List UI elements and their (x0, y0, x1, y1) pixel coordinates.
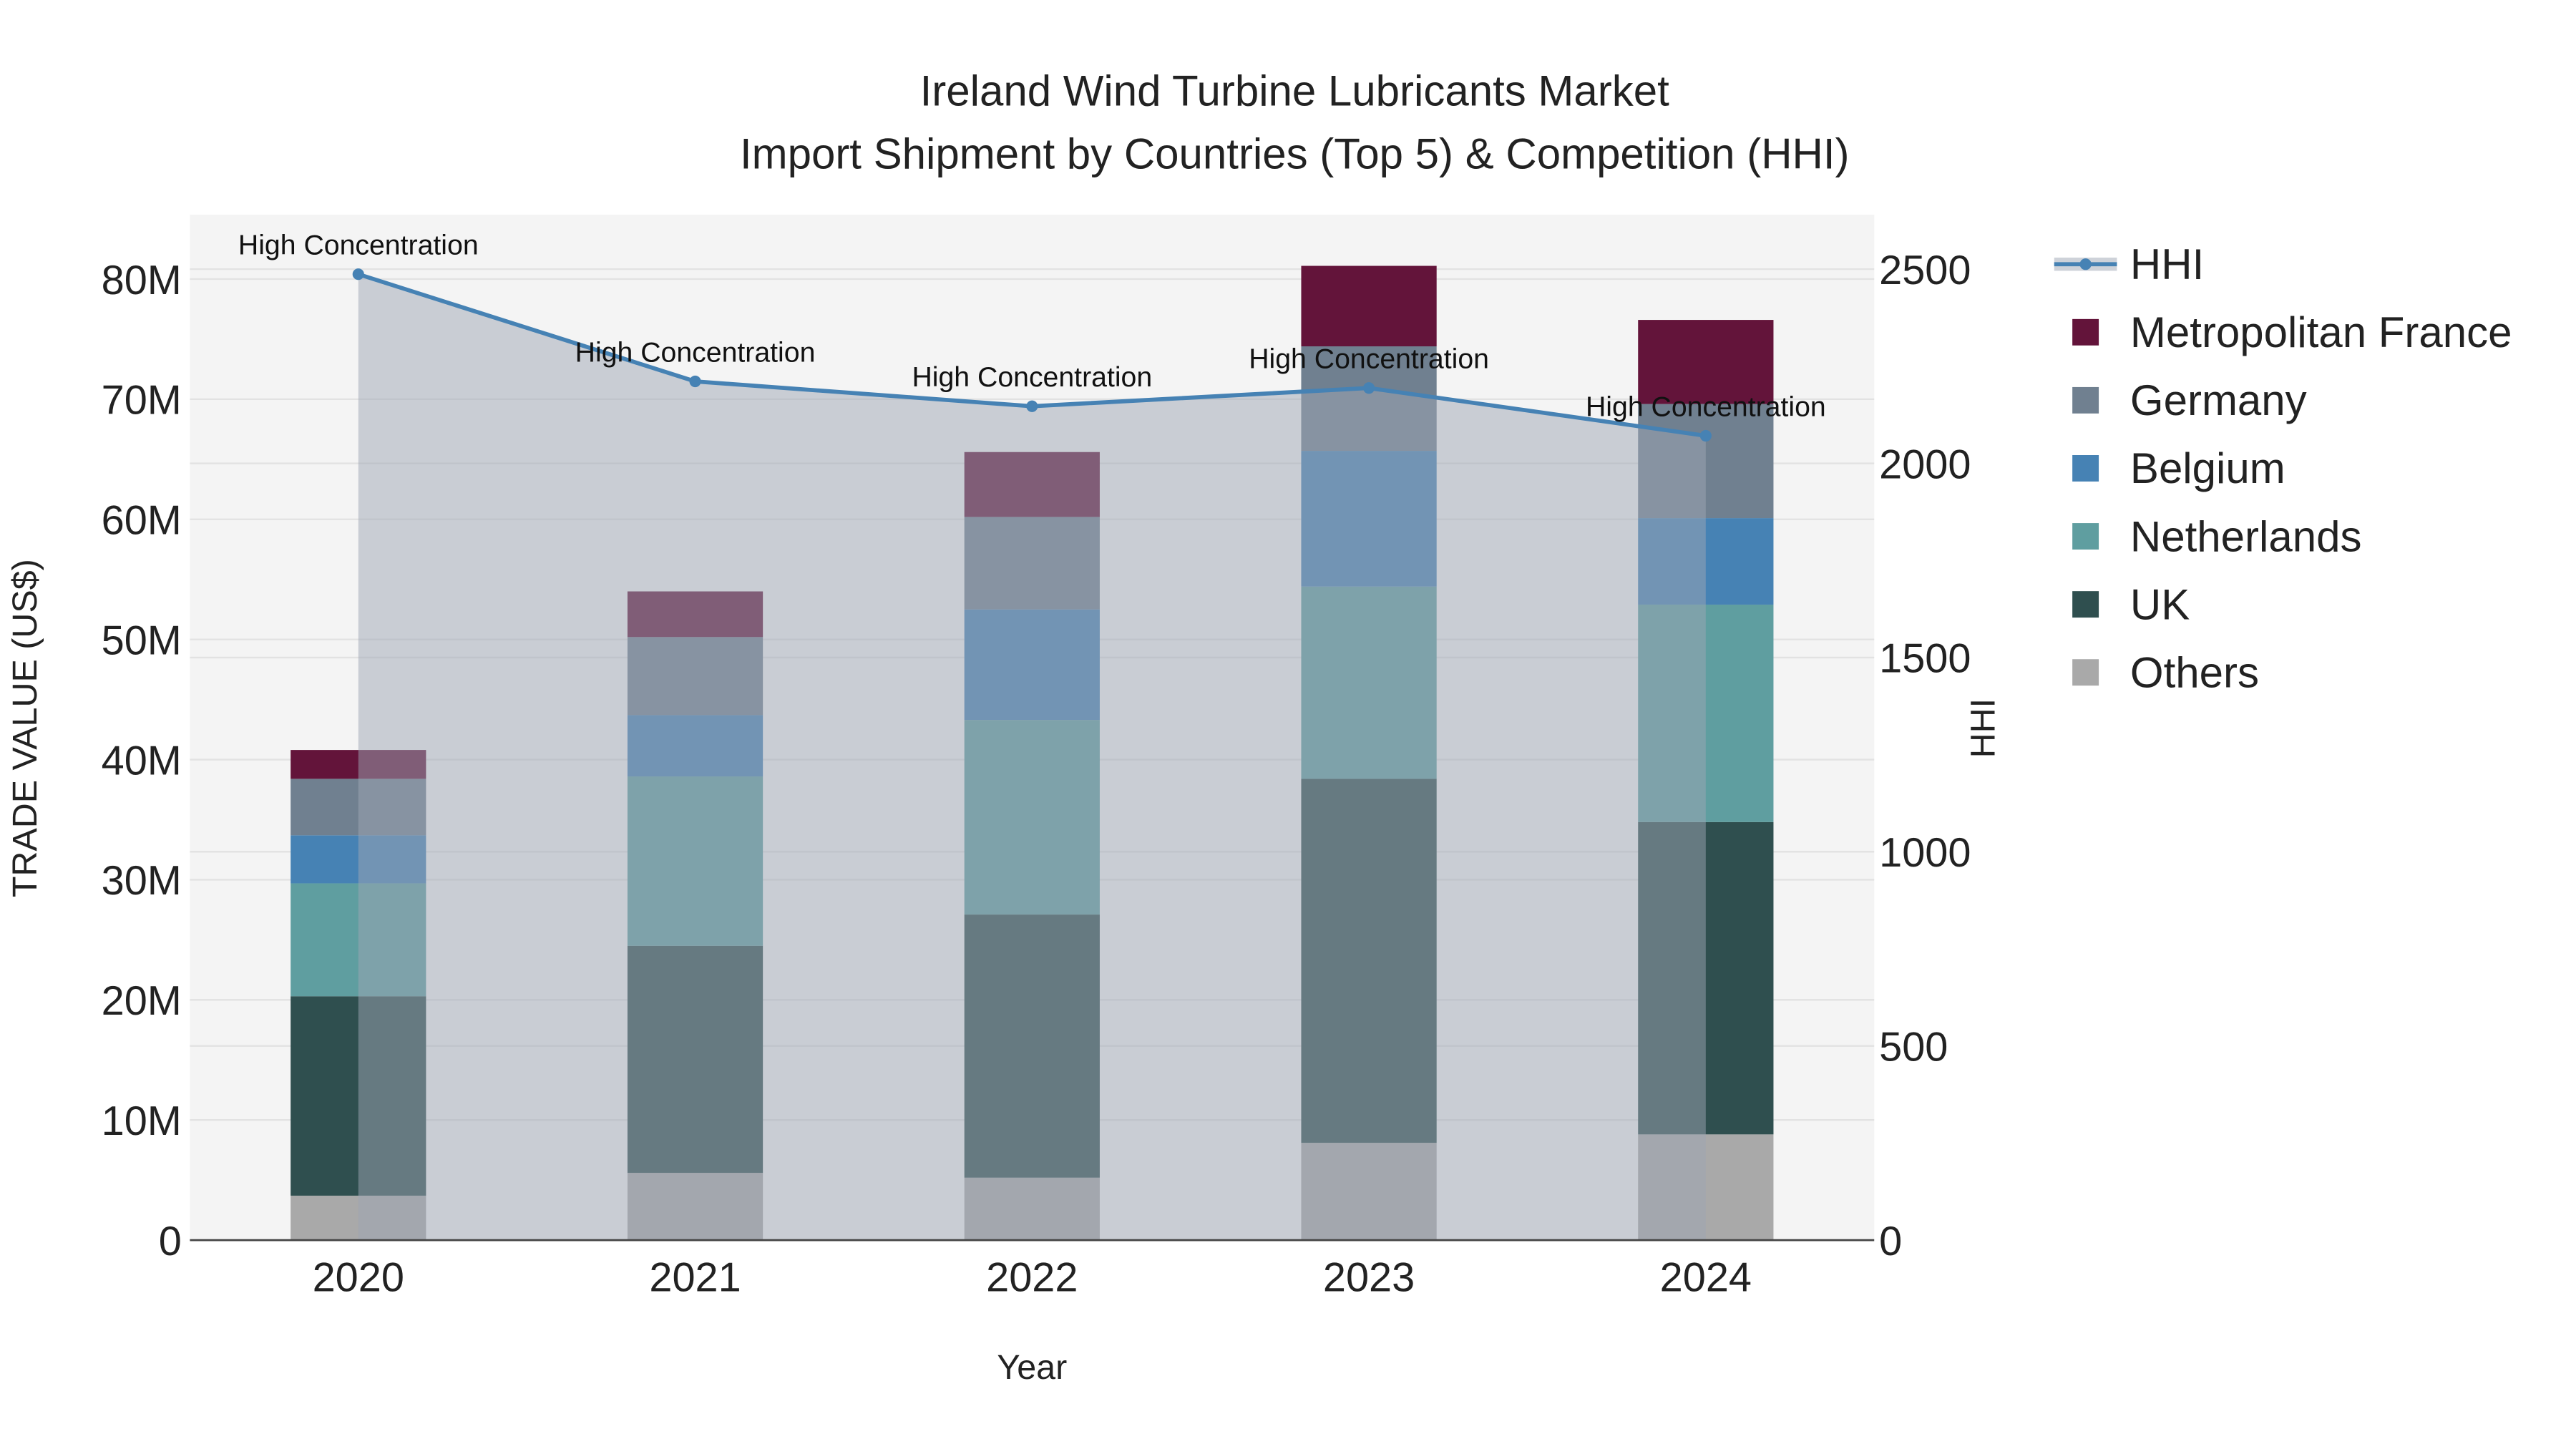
hhi-area (358, 274, 1706, 1241)
bar-metropolitan-france-2023[interactable] (1301, 265, 1437, 347)
x-tick-label: 2020 (313, 1255, 404, 1301)
y-tick-label: 70M (102, 378, 182, 424)
legend-label: Belgium (2130, 444, 2285, 492)
x-tick-label: 2021 (649, 1255, 741, 1301)
annotation-label: High Concentration (575, 336, 816, 368)
legend-item-others[interactable]: Others (2072, 648, 2259, 696)
legend: HHI Metropolitan France Germany Belgium Neth… (2054, 240, 2512, 696)
chart-title: Ireland Wind Turbine Lubricants Market (920, 67, 1669, 115)
legend-label: UK (2130, 580, 2190, 628)
y-tick-label: 20M (102, 978, 182, 1024)
legend-label: Others (2130, 648, 2259, 696)
y-axis-label: TRADE VALUE (US$) (6, 559, 44, 897)
y-tick-label: 50M (102, 618, 182, 663)
legend-label: Germany (2130, 376, 2307, 424)
y-tick-label: 40M (102, 738, 182, 784)
hhi-point-2023[interactable] (1363, 382, 1375, 394)
y2-tick-label: 1000 (1879, 830, 1971, 876)
y2-tick-label: 1500 (1879, 636, 1971, 682)
hhi-point-2020[interactable] (352, 268, 364, 280)
annotation-label: High Concentration (1249, 343, 1489, 375)
legend-marker (2079, 258, 2092, 270)
legend-swatch (2072, 523, 2099, 550)
legend-label: Netherlands (2130, 512, 2362, 560)
chart-subtitle: Import Shipment by Countries (Top 5) & C… (740, 130, 1850, 177)
y2-axis-label: HHI (1964, 698, 2003, 758)
legend-swatch (2072, 455, 2099, 482)
legend-item-hhi[interactable]: HHI (2054, 240, 2204, 288)
chart: High Concentration High Concentration High… (6, 67, 2512, 1387)
legend-label: Metropolitan France (2130, 308, 2512, 356)
annotation-label: High Concentration (912, 361, 1152, 393)
y-axis-ticks: 0 10M 20M 30M 40M 50M 60M 70M 80M (102, 258, 182, 1264)
y2-tick-label: 2500 (1879, 248, 1971, 293)
y2-tick-label: 2000 (1879, 441, 1971, 487)
legend-item-netherlands[interactable]: Netherlands (2072, 512, 2361, 560)
x-tick-label: 2022 (986, 1255, 1078, 1301)
y2-tick-label: 0 (1879, 1219, 1902, 1264)
hhi-point-2022[interactable] (1026, 400, 1038, 412)
x-axis-label: Year (997, 1348, 1067, 1387)
x-tick-label: 2024 (1660, 1255, 1752, 1301)
legend-item-germany[interactable]: Germany (2072, 376, 2307, 424)
legend-swatch (2072, 386, 2099, 414)
hhi-point-2024[interactable] (1699, 429, 1712, 442)
legend-item-metropolitan-france[interactable]: Metropolitan France (2072, 308, 2512, 356)
legend-item-belgium[interactable]: Belgium (2072, 444, 2285, 492)
y-tick-label: 30M (102, 858, 182, 904)
annotation-label: High Concentration (1586, 391, 1826, 422)
y-tick-label: 0 (159, 1219, 182, 1264)
legend-swatch (2072, 591, 2099, 618)
legend-label: HHI (2130, 240, 2204, 288)
x-axis-ticks: 2020 2021 2022 2023 2024 (313, 1255, 1752, 1301)
hhi-area-fill (358, 274, 1706, 1241)
legend-swatch (2072, 659, 2099, 686)
x-tick-label: 2023 (1323, 1255, 1415, 1301)
y-tick-label: 80M (102, 258, 182, 303)
legend-swatch (2072, 318, 2099, 346)
hhi-point-2021[interactable] (689, 375, 701, 388)
y-tick-label: 60M (102, 498, 182, 544)
y2-axis-ticks: 0 500 1000 1500 2000 2500 (1879, 248, 1971, 1264)
legend-item-uk[interactable]: UK (2072, 580, 2190, 628)
y-tick-label: 10M (102, 1098, 182, 1144)
y2-tick-label: 500 (1879, 1024, 1948, 1070)
annotation-label: High Concentration (238, 230, 479, 261)
